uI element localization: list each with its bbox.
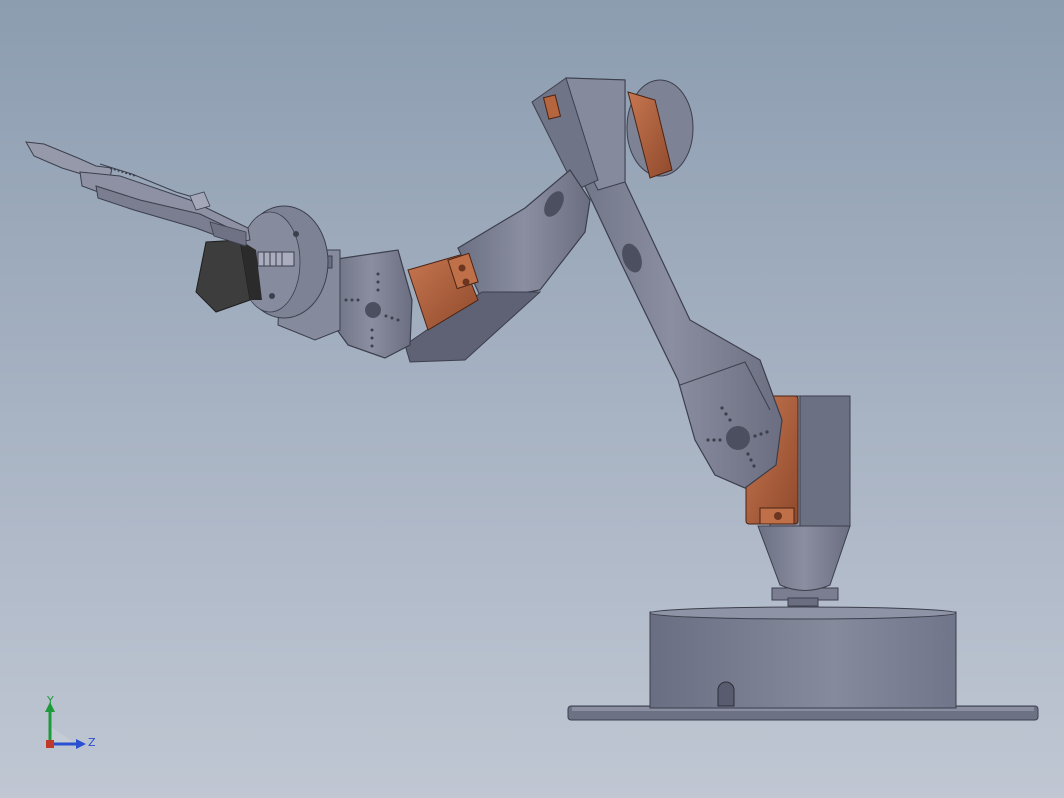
gripper-shaft <box>257 251 295 267</box>
x-axis-marker-icon <box>46 740 54 748</box>
z-axis-label: Z <box>88 736 96 749</box>
y-axis-label: Y <box>46 696 54 707</box>
3d-viewport[interactable]: Y Z <box>0 0 1064 798</box>
orientation-triad: Y Z <box>45 696 96 749</box>
base-cylinder <box>649 606 957 709</box>
gripper-fingers <box>25 141 251 247</box>
robot-arm-model[interactable] <box>0 0 1064 798</box>
wrist-block <box>329 249 413 359</box>
